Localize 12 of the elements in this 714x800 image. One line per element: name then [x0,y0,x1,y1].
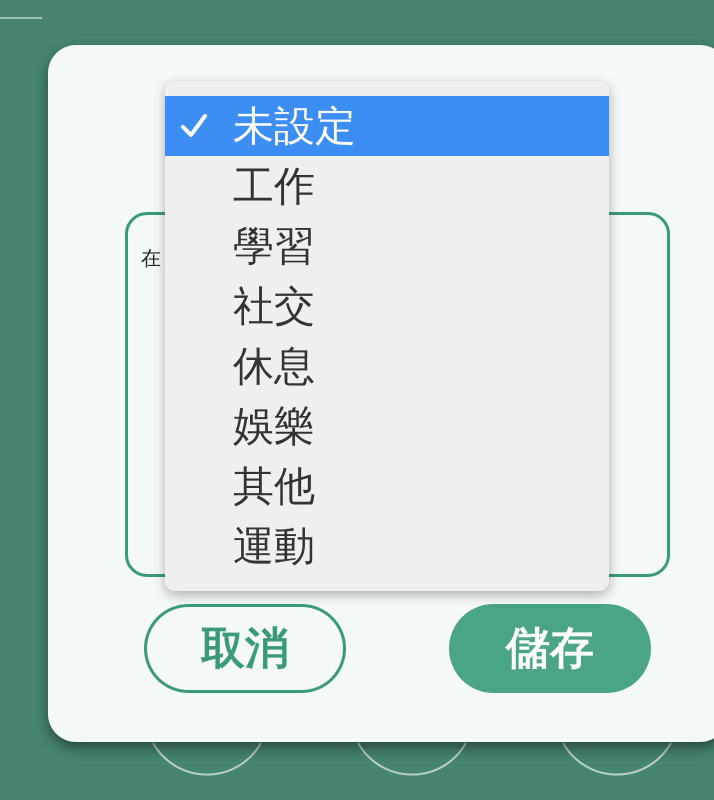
menu-option[interactable]: 其他 [165,456,609,516]
typed-text: 在 [141,246,161,270]
menu-option[interactable]: 社交 [165,276,609,336]
menu-option[interactable]: 娛樂 [165,396,609,456]
menu-option[interactable]: 學習 [165,216,609,276]
arc-icon [357,742,467,776]
arc-icon [152,742,262,776]
menu-option[interactable]: 休息 [165,336,609,396]
menu-option[interactable]: 工作 [165,156,609,216]
arc-icon [562,742,672,776]
check-icon [180,113,208,139]
menu-option[interactable]: 運動 [165,516,609,576]
